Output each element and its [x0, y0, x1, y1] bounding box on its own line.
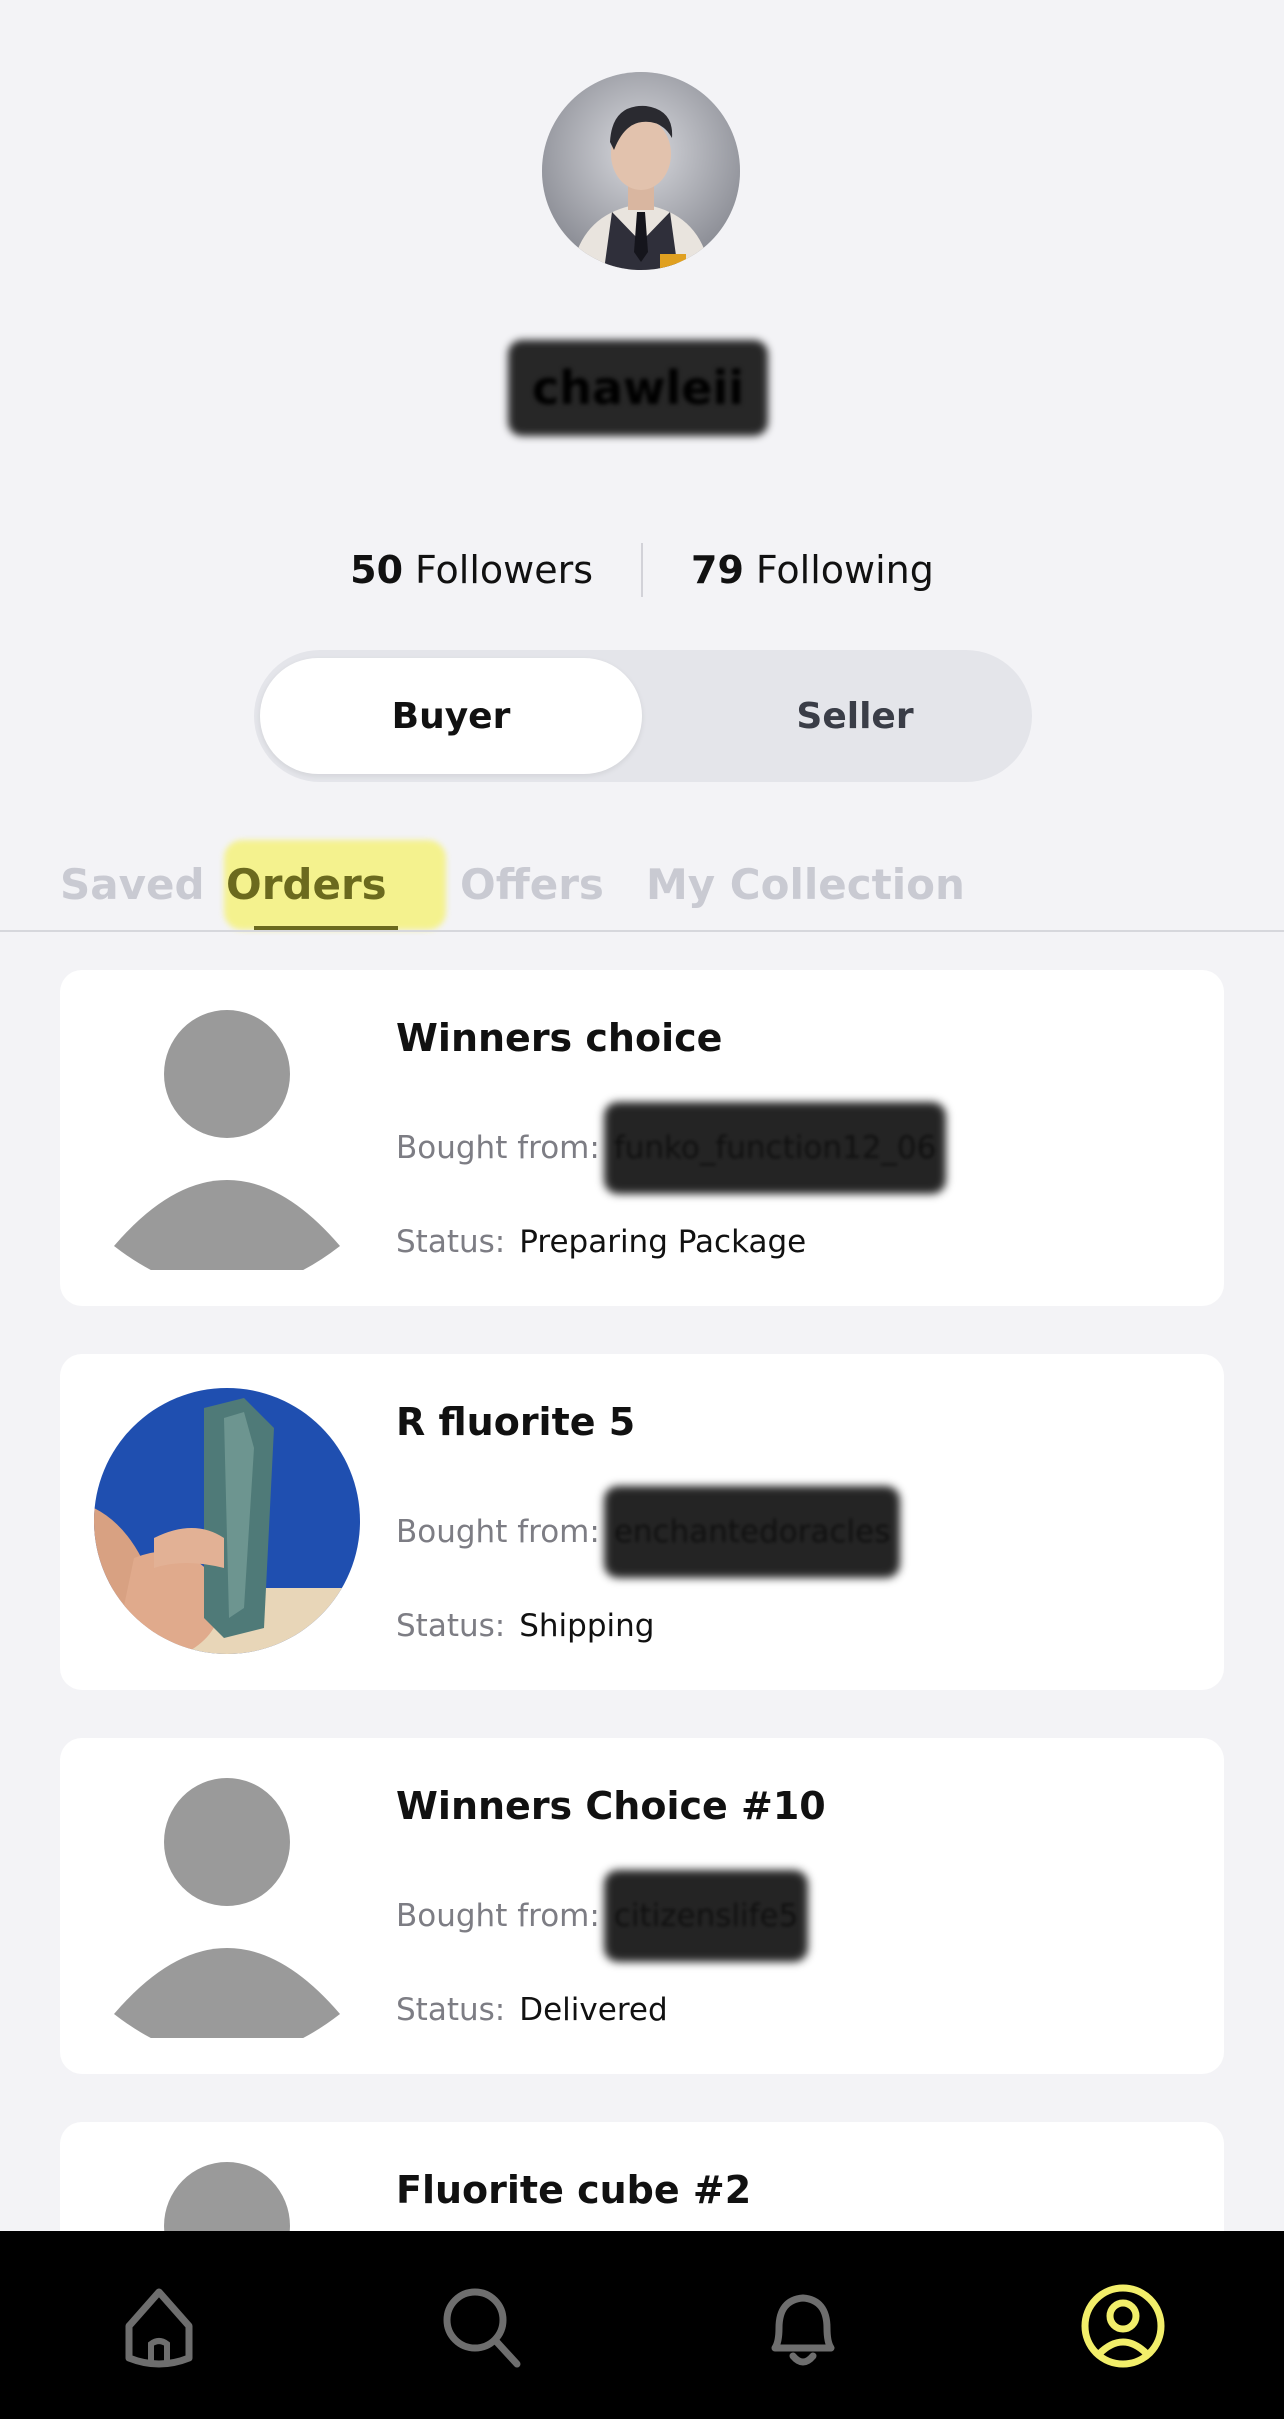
username-container: chawleii [508, 340, 768, 436]
order-title: R fluorite 5 [396, 1400, 636, 1444]
buyer-button[interactable]: Buyer [260, 658, 642, 774]
order-status-row: Status: Shipping [396, 1608, 654, 1644]
bought-from-label: Bought from: [396, 1898, 600, 1934]
bottom-nav [0, 2231, 1284, 2419]
order-status: Preparing Package [519, 1224, 807, 1260]
order-title: Fluorite cube #2 [396, 2168, 752, 2212]
tab-orders[interactable]: Orders [226, 844, 387, 924]
following-label: Following [755, 548, 934, 592]
tab-offers[interactable]: Offers [460, 844, 604, 924]
followers-stat[interactable]: 50 Followers [350, 548, 593, 592]
order-card[interactable]: R fluorite 5 Bought from: enchantedoracl… [60, 1354, 1224, 1690]
tab-saved[interactable]: Saved [60, 844, 205, 924]
order-status-row: Status: Preparing Package [396, 1224, 806, 1260]
following-stat[interactable]: 79 Following [691, 548, 934, 592]
bought-from-label: Bought from: [396, 1514, 600, 1550]
order-status: Delivered [519, 1992, 668, 2028]
status-label: Status: [396, 1224, 506, 1260]
followers-label: Followers [415, 548, 594, 592]
redaction-overlay [603, 1870, 809, 1962]
placeholder-avatar-icon [94, 1772, 360, 2058]
active-tab-underline [254, 926, 398, 930]
order-card[interactable]: Winners choice Bought from: funko_functi… [60, 970, 1224, 1306]
followers-count: 50 [350, 548, 404, 592]
placeholder-avatar-icon [94, 1004, 360, 1290]
profile-icon[interactable] [1068, 2271, 1178, 2381]
redaction-overlay [603, 1102, 947, 1194]
search-icon[interactable] [426, 2271, 536, 2381]
home-icon[interactable] [104, 2271, 214, 2381]
status-label: Status: [396, 1992, 506, 2028]
tab-bar: Saved Orders Offers My Collection [0, 836, 1284, 932]
following-count: 79 [691, 548, 744, 592]
order-seller-row: Bought from: enchantedoracles [396, 1486, 901, 1578]
avatar[interactable] [542, 72, 740, 270]
username: chawleii [531, 361, 745, 415]
tab-my-collection[interactable]: My Collection [646, 844, 965, 924]
follow-stats: 50 Followers 79 Following [0, 540, 1284, 600]
order-status-row: Status: Delivered [396, 1992, 668, 2028]
bought-from-label: Bought from: [396, 1130, 600, 1166]
profile-page: chawleii 50 Followers 79 Following Buyer… [0, 0, 1284, 2419]
seller-button[interactable]: Seller [690, 658, 1020, 774]
order-seller-row: Bought from: funko_function12_06 [396, 1102, 947, 1194]
order-title: Winners choice [396, 1016, 723, 1060]
order-title: Winners Choice #10 [396, 1784, 826, 1828]
role-toggle: Buyer Seller [254, 650, 1032, 782]
seller-name[interactable]: funko_function12_06 [603, 1102, 947, 1194]
redaction-overlay [603, 1486, 901, 1578]
avatar-image [542, 72, 740, 270]
order-seller-row: Bought from: citizenslife5 [396, 1870, 809, 1962]
status-label: Status: [396, 1608, 506, 1644]
seller-name[interactable]: enchantedoracles [603, 1486, 901, 1578]
seller-name[interactable]: citizenslife5 [603, 1870, 809, 1962]
product-thumbnail [94, 1388, 360, 1654]
order-card[interactable]: Winners Choice #10 Bought from: citizens… [60, 1738, 1224, 2074]
order-status: Shipping [519, 1608, 655, 1644]
bell-icon[interactable] [748, 2271, 858, 2381]
stats-divider [641, 543, 644, 597]
